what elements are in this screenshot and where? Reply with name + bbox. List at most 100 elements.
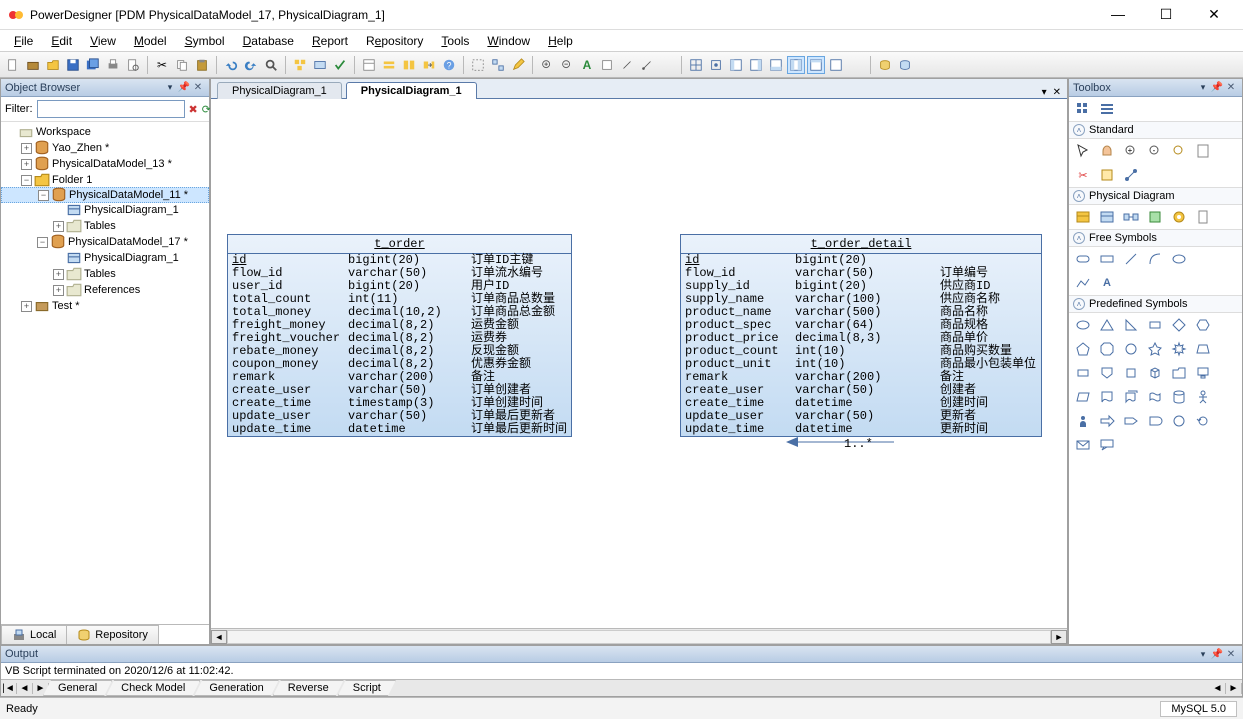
tool-open-icon[interactable] [44, 56, 62, 74]
output-tab-reverse[interactable]: Reverse [273, 680, 344, 696]
panel-menu-icon[interactable]: ▾ [163, 82, 177, 93]
menu-edit[interactable]: Edit [43, 32, 80, 50]
panel-close-icon[interactable]: ✕ [1224, 649, 1238, 660]
ps-trapezoid-icon[interactable] [1193, 339, 1213, 359]
ps-cube-icon[interactable] [1145, 363, 1165, 383]
panel-close-icon[interactable]: ✕ [191, 82, 205, 93]
tree-item[interactable]: −Folder 1 [1, 172, 209, 188]
tool-note2-icon[interactable] [1097, 165, 1117, 185]
panel-pin-icon[interactable]: 📌 [1210, 82, 1224, 93]
tool-redo-icon[interactable] [242, 56, 260, 74]
shape-ellipse-icon[interactable] [1169, 249, 1189, 269]
tool-merge-icon[interactable] [420, 56, 438, 74]
ps-loop-icon[interactable] [1193, 411, 1213, 431]
ps-hexagon-icon[interactable] [1193, 315, 1213, 335]
toolbox-view-list-icon[interactable] [1097, 99, 1117, 119]
ps-delay-icon[interactable] [1145, 411, 1165, 431]
tool-text-icon[interactable]: A [578, 56, 596, 74]
shape-rect-icon[interactable] [1097, 249, 1117, 269]
menu-window[interactable]: Window [479, 32, 538, 50]
toolbox-section-standard[interactable]: ˄Standard [1069, 121, 1242, 139]
tool-zoomout-icon[interactable] [558, 56, 576, 74]
ps-circle2-icon[interactable] [1169, 411, 1189, 431]
tool-zoomin2-icon[interactable]: + [1121, 141, 1141, 161]
tree-view[interactable]: Workspace+Yao_Zhen *+PhysicalDataModel_1… [1, 122, 209, 624]
scroll-right-icon[interactable]: ► [1051, 630, 1067, 644]
ps-folder-icon[interactable] [1169, 363, 1189, 383]
ps-diamond-icon[interactable] [1169, 315, 1189, 335]
tool-new-icon[interactable] [4, 56, 22, 74]
ps-pentagon-icon[interactable] [1073, 339, 1093, 359]
tool-snap-icon[interactable] [707, 56, 725, 74]
tree-item[interactable]: PhysicalDiagram_1 [1, 250, 209, 266]
tool-file-icon[interactable] [1193, 207, 1213, 227]
tool-options-icon[interactable] [380, 56, 398, 74]
diagram-hscrollbar[interactable]: ◄ ► [211, 628, 1067, 644]
tool-proc-icon[interactable] [1145, 207, 1165, 227]
shape-text-icon[interactable]: A [1097, 273, 1117, 293]
tool-save-icon[interactable] [64, 56, 82, 74]
entity-t_order[interactable]: t_orderidbigint(20)订单ID主键flow_idvarchar(… [227, 234, 572, 437]
menu-help[interactable]: Help [540, 32, 581, 50]
toolbox-view-large-icon[interactable] [1073, 99, 1093, 119]
tool-zoomin-icon[interactable] [538, 56, 556, 74]
ps-tag-icon[interactable] [1121, 411, 1141, 431]
ps-card-icon[interactable] [1073, 363, 1093, 383]
tool-gear-icon[interactable] [1169, 207, 1189, 227]
ps-arrow-icon[interactable] [1097, 411, 1117, 431]
tree-item[interactable]: PhysicalDiagram_1 [1, 202, 209, 218]
tool-pane2-icon[interactable] [747, 56, 765, 74]
tree-item[interactable]: +Tables [1, 218, 209, 234]
shape-polyline-icon[interactable] [1073, 273, 1093, 293]
tab-repository[interactable]: Repository [66, 625, 159, 644]
tool-pointer-icon[interactable] [1073, 141, 1093, 161]
tool-note-icon[interactable] [598, 56, 616, 74]
tool-props-icon[interactable] [360, 56, 378, 74]
ps-envelope-icon[interactable] [1073, 435, 1093, 455]
tool-pane6-icon[interactable] [827, 56, 845, 74]
tool-preview-icon[interactable] [124, 56, 142, 74]
ps-burst-icon[interactable] [1169, 339, 1189, 359]
tree-item[interactable]: −PhysicalDataModel_17 * [1, 234, 209, 250]
ps-actor-icon[interactable] [1193, 387, 1213, 407]
output-nav-next2-icon[interactable]: ► [1226, 683, 1242, 694]
ps-docs-icon[interactable] [1121, 387, 1141, 407]
ps-triangle-icon[interactable] [1097, 315, 1117, 335]
tool-connector-icon[interactable] [1121, 165, 1141, 185]
tool-saveall-icon[interactable] [84, 56, 102, 74]
tool-link2-icon[interactable] [638, 56, 656, 74]
tool-generate-icon[interactable] [311, 56, 329, 74]
tree-item[interactable]: −PhysicalDataModel_11 * [1, 187, 209, 203]
ps-tape-icon[interactable] [1145, 387, 1165, 407]
tab-local[interactable]: Local [1, 625, 67, 644]
maximize-button[interactable]: ☐ [1151, 6, 1181, 23]
tool-properties-icon[interactable] [1193, 141, 1213, 161]
ps-pc-icon[interactable] [1193, 363, 1213, 383]
ps-cylinder-icon[interactable] [1169, 387, 1189, 407]
menu-model[interactable]: Model [126, 32, 175, 50]
tool-grid-icon[interactable] [687, 56, 705, 74]
ps-square-icon[interactable] [1121, 363, 1141, 383]
ps-octagon-icon[interactable] [1097, 339, 1117, 359]
shape-line-icon[interactable] [1121, 249, 1141, 269]
ps-circle-icon[interactable] [1121, 339, 1141, 359]
tool-cut2-icon[interactable]: ✂ [1073, 165, 1093, 185]
tool-compare-icon[interactable] [400, 56, 418, 74]
tool-table-icon[interactable] [1073, 207, 1093, 227]
menu-view[interactable]: View [82, 32, 124, 50]
filter-input[interactable] [37, 100, 185, 118]
tool-new-project-icon[interactable] [24, 56, 42, 74]
output-tab-general[interactable]: General [43, 680, 112, 696]
tool-print-icon[interactable] [104, 56, 122, 74]
toolbox-section-predefined[interactable]: ˄Predefined Symbols [1069, 295, 1242, 313]
tool-edit-icon[interactable] [509, 56, 527, 74]
tool-help-icon[interactable]: ? [440, 56, 458, 74]
ps-parallel-icon[interactable] [1073, 387, 1093, 407]
panel-menu-icon[interactable]: ▾ [1196, 649, 1210, 660]
relation-line[interactable] [786, 435, 896, 449]
tool-paste-icon[interactable] [193, 56, 211, 74]
tool-pane5-icon[interactable] [807, 56, 825, 74]
shape-roundrect-icon[interactable] [1073, 249, 1093, 269]
output-nav-prev-icon[interactable]: ◄ [17, 683, 33, 694]
minimize-button[interactable]: — [1103, 6, 1133, 23]
